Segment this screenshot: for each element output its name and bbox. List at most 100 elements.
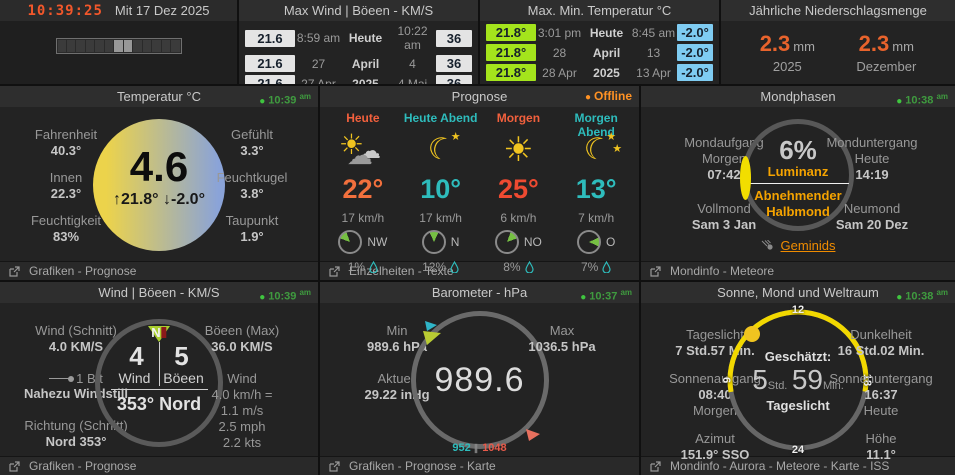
max-temp-value: 21.8° <box>486 24 536 41</box>
droplet-icon <box>450 261 459 273</box>
metric-label: Neumond <box>843 201 901 216</box>
forecast-period-label: Morgen Abend <box>574 111 618 139</box>
scale-ticks: ∥ <box>473 442 480 453</box>
metric-label: Sonnenuntergang <box>829 371 933 386</box>
metric-value: 3.8° <box>240 186 264 201</box>
table-cell: 28 <box>552 45 567 60</box>
hour-marker-24: 24 <box>791 444 805 456</box>
metric-label: Böeen (Max) <box>204 323 280 338</box>
forecast-precip: 8% <box>503 260 521 274</box>
metric-value: 11.1° <box>866 447 896 462</box>
hour-marker-6: 6 <box>720 376 733 384</box>
wind-word: Wind <box>118 370 151 386</box>
sun-cloud-icon: ☀ ☁ ☁ <box>338 129 381 170</box>
moon-right-column: Monduntergang Heute 14:19 Neumond Sam 20… <box>807 135 937 233</box>
moon-footer-link[interactable]: Mondinfo - Meteore <box>641 261 955 280</box>
max-gust-value: 36 <box>436 55 472 72</box>
max-min-temp-title: Max. Min. Temperatur °C <box>480 0 719 21</box>
forecast-precip: 7% <box>580 260 599 274</box>
moon-crescent-icon <box>740 156 751 200</box>
barometer-scale: 952 ∥ 1048 <box>320 442 639 454</box>
droplet-icon <box>524 261 534 273</box>
wind-speed-number: 4 <box>129 341 144 371</box>
forecast-temp: 13° <box>575 174 617 204</box>
status-dot-icon: ● <box>896 291 903 303</box>
table-cell: 4 Mai <box>397 76 428 85</box>
table-cell: Heute <box>589 25 624 40</box>
sun-panel: Sonne, Mond und Weltraum ● 10:38 am Tages… <box>641 282 955 475</box>
max-temp-value: 21.8° <box>486 64 536 81</box>
metric-value: 14:19 <box>855 167 889 182</box>
max-wind-value: 21.6 <box>245 55 295 72</box>
min-temp-value: -2.0° <box>677 24 713 41</box>
barometer-footer-link[interactable]: Grafiken - Prognose - Karte <box>320 456 639 475</box>
forecast-period-label: Morgen <box>496 111 541 125</box>
sun-title: Sonne, Mond und Weltraum <box>717 285 879 300</box>
temperature-panel: Temperatur °C ● 10:39 am Fahrenheit 40.3° … <box>0 86 318 280</box>
moon-panel: Mondphasen ● 10:38 am Mondaufgang Morgen … <box>641 86 955 280</box>
table-cell: 8:59 am <box>296 31 341 45</box>
forecast-wind: 7 km/h <box>578 211 615 225</box>
sun-right-column: Dunkelheit 16 Std.02 Min. Sonnenuntergan… <box>811 327 951 463</box>
moon-title: Mondphasen <box>760 89 836 104</box>
table-cell: 2025 <box>352 76 379 85</box>
droplet-icon <box>369 261 378 273</box>
dashboard: 10:39:25 Mit 17 Dez 2025 Max Wind | Böee… <box>0 0 955 475</box>
clock-date: Mit 17 Dez 2025 <box>114 3 210 18</box>
table-cell: 27 <box>311 56 326 71</box>
table-cell: 8:45 am <box>631 25 676 40</box>
metric-label: Feuchtkugel <box>216 170 288 185</box>
wind-conversion: 1.1 m/s <box>220 403 264 418</box>
table-cell: April <box>592 45 621 60</box>
precip-label: Dezember <box>856 59 917 74</box>
geminids-link[interactable]: Geminids <box>781 238 836 253</box>
min-temp-value: -2.0° <box>677 64 713 81</box>
min-temp-value: -2.0° <box>677 44 713 61</box>
wind-direction-dial-icon <box>338 230 363 254</box>
precipitation-panel: Jährliche Niederschlagsmenge 2.3 mm 2025 … <box>721 0 955 84</box>
metric-label: Monduntergang <box>826 135 918 150</box>
max-wind-table: 21.6 8:59 am Heute 10:22 am 36 21.6 27 A… <box>239 21 478 84</box>
precip-month: 2.3 mm Dezember <box>856 31 916 74</box>
metric-label: Fahrenheit <box>34 127 98 142</box>
status-dot-icon: ● <box>584 92 591 103</box>
meteor-icon <box>761 240 773 250</box>
clock-time: 10:39:25 <box>27 2 103 19</box>
forecast-wind: 17 km/h <box>419 211 462 225</box>
metric-label: Taupunkt <box>225 213 279 228</box>
table-cell: 13 Apr <box>636 65 671 80</box>
external-link-icon <box>329 460 340 472</box>
metric-label: Wind <box>227 371 257 386</box>
max-min-temp-panel: Max. Min. Temperatur °C 21.8° 3:01 pm He… <box>480 0 719 84</box>
wind-direction-dial-icon <box>494 230 519 254</box>
metric-sublabel: Heute <box>854 151 890 166</box>
metric-value: 1036.5 hPa <box>528 339 596 354</box>
status-dot-icon: ● <box>259 291 266 303</box>
metric-label: Dunkelheit <box>850 327 912 342</box>
forecast-col-heute: Heute ☀ ☁ ☁ 22° 17 km/h NW 1% <box>324 111 402 276</box>
sun-icon: ☀ <box>503 131 534 169</box>
wind-right-column: Böeen (Max) 36.0 KM/S Wind 4.0 km/h = 1.… <box>166 323 318 467</box>
max-wind-value: 21.6 <box>245 29 295 47</box>
temperature-footer-link[interactable]: Grafiken - Prognose <box>0 261 318 280</box>
wind-direction-dial-icon <box>421 230 446 254</box>
metric-label: Gefühlt <box>231 127 273 142</box>
precip-value: 2.3 <box>858 31 890 56</box>
offline-status: ● Offline <box>584 89 632 103</box>
forecast-temp: 25° <box>497 174 539 204</box>
moon-stars-icon: ☾ ★ <box>422 129 461 170</box>
table-cell: April <box>351 56 380 71</box>
footer-link-label: Mondinfo - Meteore <box>670 264 775 278</box>
metric-value: 83% <box>52 229 80 244</box>
forecast-title: Prognose <box>451 89 508 104</box>
forecast-col-morgen-abend: Morgen Abend ☾ ★ ★ 13° 7 km/h O 7% <box>557 111 635 276</box>
forecast-precip: 12% <box>422 260 447 274</box>
precip-value: 2.3 <box>759 31 791 56</box>
barometer-panel: Barometer - hPa ● 10:37 am Min 989.6 hPa … <box>320 282 639 475</box>
precip-label: 2025 <box>772 59 802 74</box>
table-cell: 13 <box>646 45 661 60</box>
precip-unit: mm <box>892 39 914 54</box>
max-wind-title: Max Wind | Böeen - KM/S <box>239 0 478 21</box>
metric-sublabel: Heute <box>863 403 899 418</box>
metric-value: 36.0 KM/S <box>211 339 273 354</box>
